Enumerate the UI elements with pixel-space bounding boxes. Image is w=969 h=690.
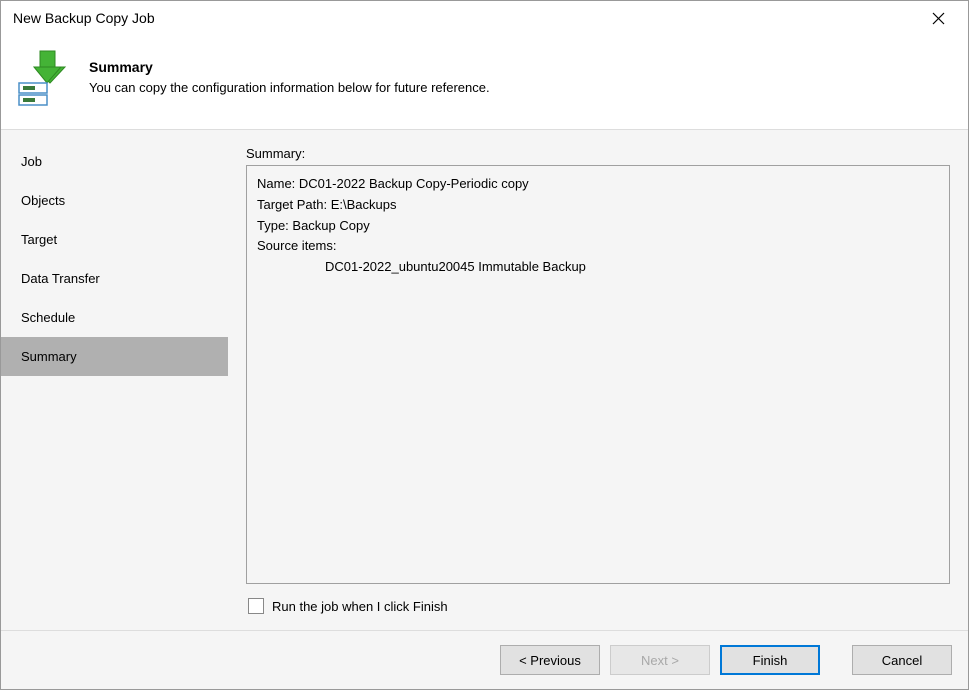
wizard-subtitle: You can copy the configuration informati…: [89, 80, 490, 95]
run-on-finish-checkbox[interactable]: [248, 598, 264, 614]
close-icon: [932, 12, 945, 25]
sidebar-item-job[interactable]: Job: [1, 142, 228, 181]
summary-textbox[interactable]: Name: DC01-2022 Backup Copy-Periodic cop…: [246, 165, 950, 584]
finish-button[interactable]: Finish: [720, 645, 820, 675]
sidebar-item-label: Summary: [21, 349, 77, 364]
summary-source-item: DC01-2022_ubuntu20045 Immutable Backup: [257, 257, 939, 278]
sidebar-item-objects[interactable]: Objects: [1, 181, 228, 220]
sidebar-item-schedule[interactable]: Schedule: [1, 298, 228, 337]
main-panel: Summary: Name: DC01-2022 Backup Copy-Per…: [228, 130, 968, 630]
wizard-sidebar: Job Objects Target Data Transfer Schedul…: [1, 130, 228, 630]
sidebar-item-summary[interactable]: Summary: [1, 337, 228, 376]
wizard-header-text: Summary You can copy the configuration i…: [89, 59, 490, 95]
cancel-button[interactable]: Cancel: [852, 645, 952, 675]
summary-type: Type: Backup Copy: [257, 216, 939, 237]
wizard-title: Summary: [89, 59, 490, 75]
summary-source-items-label: Source items:: [257, 236, 939, 257]
wizard-icon: [15, 47, 75, 107]
sidebar-item-label: Data Transfer: [21, 271, 100, 286]
sidebar-item-target[interactable]: Target: [1, 220, 228, 259]
wizard-content: Job Objects Target Data Transfer Schedul…: [1, 129, 968, 630]
summary-name: Name: DC01-2022 Backup Copy-Periodic cop…: [257, 174, 939, 195]
sidebar-item-label: Target: [21, 232, 57, 247]
previous-button[interactable]: < Previous: [500, 645, 600, 675]
sidebar-item-label: Objects: [21, 193, 65, 208]
window-title: New Backup Copy Job: [13, 10, 155, 26]
run-on-finish-row: Run the job when I click Finish: [246, 584, 950, 630]
sidebar-item-data-transfer[interactable]: Data Transfer: [1, 259, 228, 298]
wizard-footer: < Previous Next > Finish Cancel: [1, 630, 968, 689]
sidebar-item-label: Job: [21, 154, 42, 169]
next-button: Next >: [610, 645, 710, 675]
run-on-finish-label: Run the job when I click Finish: [272, 599, 448, 614]
titlebar: New Backup Copy Job: [1, 1, 968, 35]
summary-label: Summary:: [246, 146, 950, 161]
close-button[interactable]: [918, 4, 958, 32]
summary-target-path: Target Path: E:\Backups: [257, 195, 939, 216]
wizard-header: Summary You can copy the configuration i…: [1, 35, 968, 129]
sidebar-item-label: Schedule: [21, 310, 75, 325]
